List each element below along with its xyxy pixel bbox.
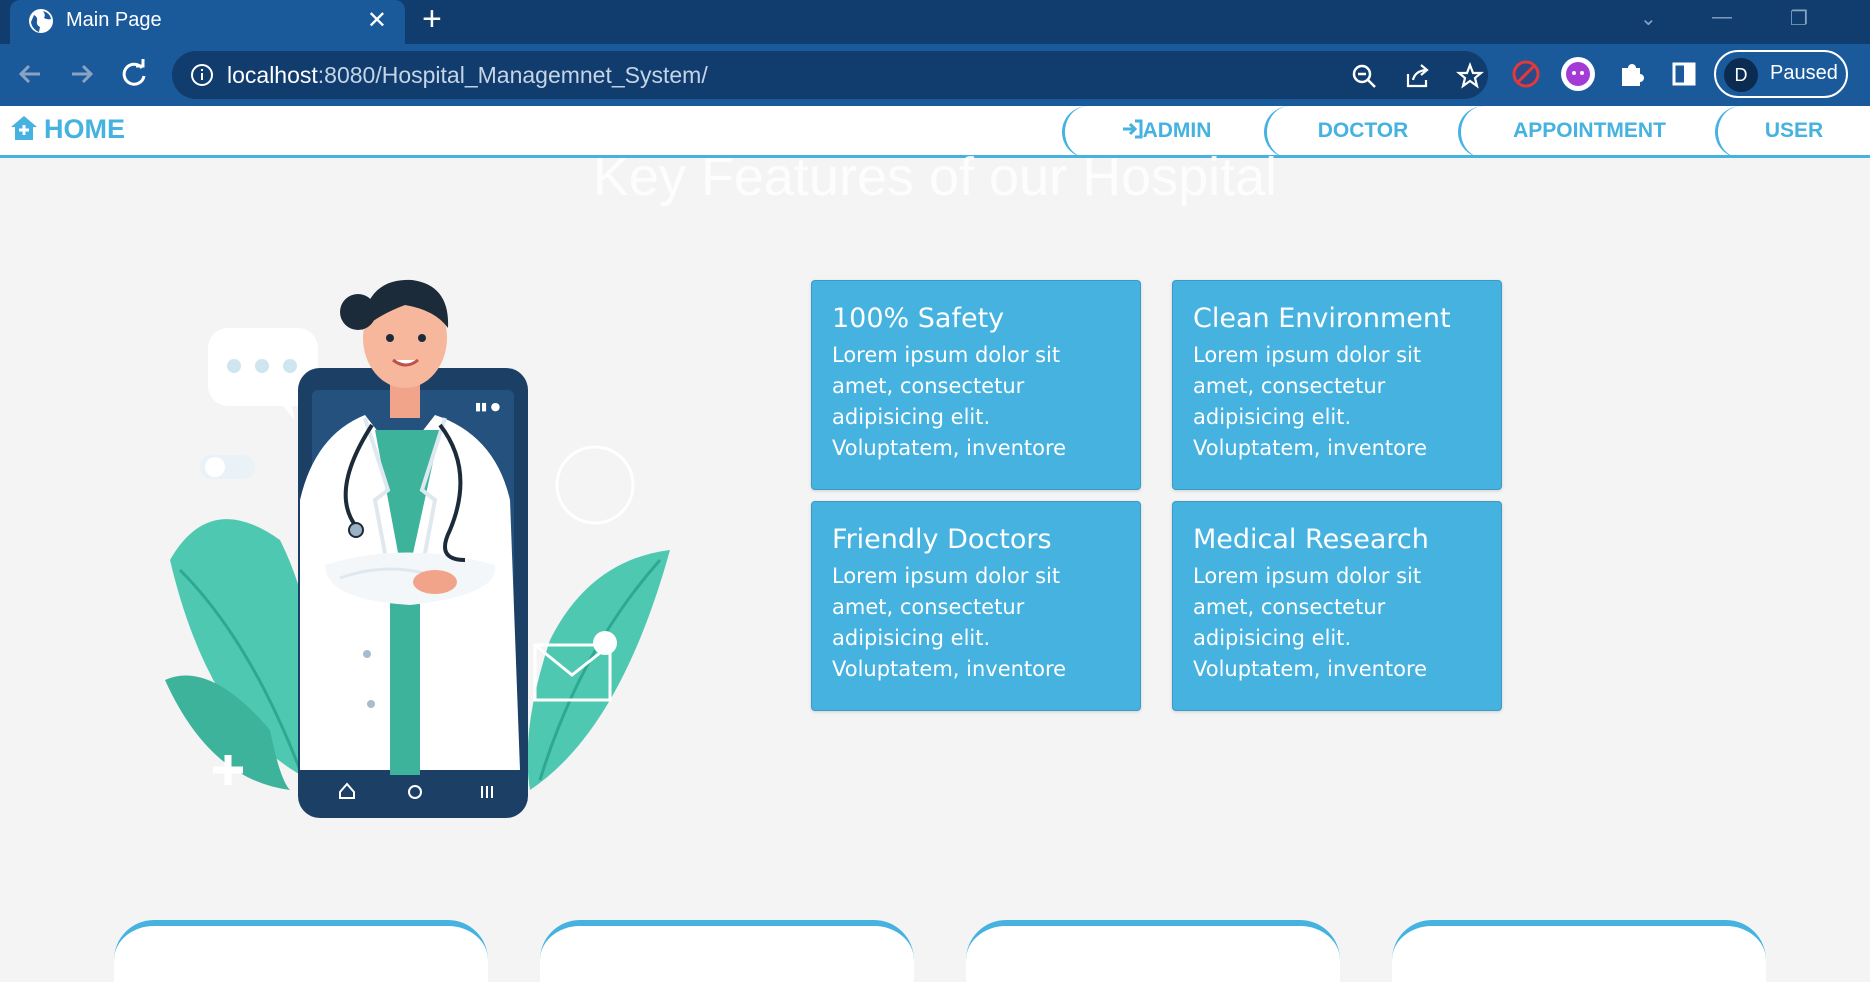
new-tab-button[interactable]: + xyxy=(422,0,442,39)
feature-text: Lorem ipsum dolor sit amet, consectetur … xyxy=(832,564,1067,681)
forward-arrow-icon[interactable] xyxy=(62,54,102,94)
tab-title: Main Page xyxy=(66,9,162,31)
address-bar[interactable]: localhost:8080/Hospital_Managemnet_Syste… xyxy=(172,51,1488,99)
site-info-icon[interactable] xyxy=(190,63,214,87)
minimize-icon[interactable]: — xyxy=(1712,6,1732,29)
feature-card: Clean Environment Lorem ipsum dolor sit … xyxy=(1172,280,1502,490)
url-host: localhost xyxy=(227,62,318,88)
feature-card: Medical Research Lorem ipsum dolor sit a… xyxy=(1172,501,1502,711)
globe-icon xyxy=(29,9,53,33)
blocker-extension-icon[interactable] xyxy=(1506,54,1546,94)
profile-avatar: D xyxy=(1724,58,1758,92)
url-path: :8080/Hospital_Managemnet_System/ xyxy=(317,62,708,88)
nav-doctor-label: DOCTOR xyxy=(1317,119,1409,142)
side-panel-icon[interactable] xyxy=(1664,54,1704,94)
feature-text: Lorem ipsum dolor sit amet, consectetur … xyxy=(832,343,1067,460)
feature-card: Friendly Doctors Lorem ipsum dolor sit a… xyxy=(811,501,1141,711)
home-plus-icon xyxy=(11,116,37,140)
assistant-extension-icon[interactable] xyxy=(1558,54,1598,94)
feature-title: Friendly Doctors xyxy=(832,524,1052,555)
tab-search-icon[interactable]: ⌄ xyxy=(1640,6,1657,31)
restore-icon[interactable]: ❐ xyxy=(1790,6,1808,31)
feature-card: 100% Safety Lorem ipsum dolor sit amet, … xyxy=(811,280,1141,490)
feature-text: Lorem ipsum dolor sit amet, consectetur … xyxy=(1193,343,1428,460)
share-icon[interactable] xyxy=(1404,62,1432,90)
puzzle-extensions-icon[interactable] xyxy=(1612,54,1652,94)
service-card xyxy=(114,920,488,982)
section-title: Key Features of our Hospital xyxy=(592,147,1278,207)
nav-user-label: USER xyxy=(1764,119,1824,142)
feature-title: Medical Research xyxy=(1193,524,1429,555)
bookmark-star-icon[interactable] xyxy=(1456,62,1484,90)
profile-status: Paused xyxy=(1770,62,1838,84)
home-label: HOME xyxy=(44,114,125,144)
feature-title: Clean Environment xyxy=(1193,303,1451,334)
feature-text: Lorem ipsum dolor sit amet, consectetur … xyxy=(1193,564,1428,681)
back-arrow-icon[interactable] xyxy=(10,54,50,94)
browser-tab[interactable]: Main Page ✕ xyxy=(10,0,405,44)
svg-text:▮▮ ●: ▮▮ ● xyxy=(475,400,500,413)
home-link[interactable]: HOME xyxy=(10,114,125,145)
profile-button[interactable]: D Paused xyxy=(1714,50,1848,98)
browser-toolbar: localhost:8080/Hospital_Managemnet_Syste… xyxy=(0,44,1870,106)
reload-icon[interactable] xyxy=(114,54,154,94)
feature-title: 100% Safety xyxy=(832,303,1005,334)
doctor-illustration: ▮▮ ● xyxy=(165,279,670,818)
service-card xyxy=(540,920,914,982)
close-tab-icon[interactable]: ✕ xyxy=(367,6,387,34)
nav-admin-label: ADMIN xyxy=(1142,119,1212,142)
service-card xyxy=(966,920,1340,982)
browser-tab-bar: Main Page ✕ + ⌄ — ❐ xyxy=(0,0,1870,44)
url-text: localhost:8080/Hospital_Managemnet_Syste… xyxy=(227,62,708,89)
sign-in-icon xyxy=(1122,119,1143,139)
nav-appointment-label: APPOINTMENT xyxy=(1513,119,1666,142)
zoom-icon[interactable] xyxy=(1350,62,1378,90)
service-card xyxy=(1392,920,1766,982)
